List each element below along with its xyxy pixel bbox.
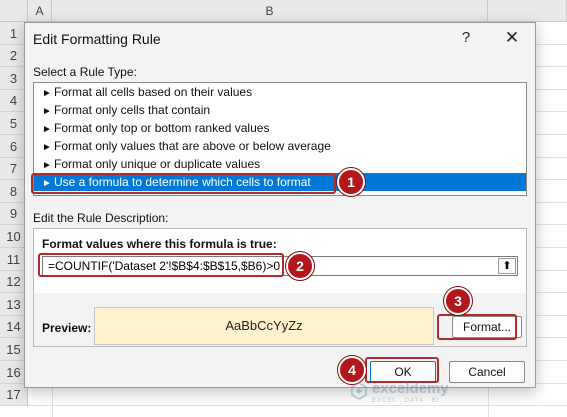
step-badge-3: 3 bbox=[444, 287, 472, 315]
column-header-a[interactable]: A bbox=[28, 0, 52, 22]
rule-type-label-text: Format only unique or duplicate values bbox=[54, 157, 261, 171]
rule-type-item[interactable]: ► Format only unique or duplicate values bbox=[34, 155, 526, 173]
rule-type-label-text: Format all cells based on their values bbox=[54, 85, 253, 99]
format-button[interactable]: Format... bbox=[452, 316, 522, 338]
rule-type-label-text: Format only top or bottom ranked values bbox=[54, 121, 270, 135]
formula-section: Format values where this formula is true… bbox=[34, 229, 526, 294]
rule-type-item[interactable]: ► Format only top or bottom ranked values bbox=[34, 119, 526, 137]
grid-line bbox=[28, 405, 567, 406]
watermark: exceldemy EXCEL · DATA · BI bbox=[350, 380, 470, 410]
formula-input[interactable]: =COUNTIF('Dataset 2'!$B$4:$B$15,$B6)>0 bbox=[42, 256, 518, 276]
step-badge-1: 1 bbox=[337, 168, 365, 196]
rule-type-item[interactable]: ► Format only values that are above or be… bbox=[34, 137, 526, 155]
watermark-name: exceldemy bbox=[372, 380, 449, 397]
rule-type-label-text: Format only cells that contain bbox=[54, 103, 211, 117]
column-header-b[interactable]: B bbox=[52, 0, 488, 22]
preview-box: AaBbCcYyZz bbox=[94, 307, 434, 345]
dialog-titlebar[interactable]: Edit Formatting Rule ? ✕ bbox=[25, 23, 535, 55]
edit-formatting-rule-dialog: Edit Formatting Rule ? ✕ Select a Rule T… bbox=[24, 22, 536, 388]
arrow-right-icon: ► bbox=[42, 178, 52, 189]
dialog-title: Edit Formatting Rule bbox=[33, 31, 161, 47]
watermark-tagline: EXCEL · DATA · BI bbox=[372, 398, 440, 404]
preview-label: Preview: bbox=[42, 321, 92, 335]
collapse-dialog-icon[interactable]: ⬆ bbox=[498, 258, 516, 274]
description-label: Edit the Rule Description: bbox=[33, 211, 169, 225]
formula-label: Format values where this formula is true… bbox=[42, 237, 277, 251]
select-all-corner[interactable] bbox=[0, 0, 28, 22]
exceldemy-logo-icon bbox=[351, 382, 367, 400]
rule-type-list[interactable]: ► Format all cells based on their values … bbox=[33, 82, 527, 196]
rule-type-label-text: Format only values that are above or bel… bbox=[54, 139, 331, 153]
step-badge-2: 2 bbox=[286, 252, 314, 280]
help-icon[interactable]: ? bbox=[455, 27, 477, 49]
rule-type-item-selected[interactable]: ► Use a formula to determine which cells … bbox=[34, 173, 526, 191]
rule-type-label: Select a Rule Type: bbox=[33, 65, 137, 79]
close-icon[interactable]: ✕ bbox=[501, 27, 523, 49]
rule-type-item[interactable]: ► Format all cells based on their values bbox=[34, 83, 526, 101]
rule-type-item[interactable]: ► Format only cells that contain bbox=[34, 101, 526, 119]
rule-type-label-text: Use a formula to determine which cells t… bbox=[54, 175, 311, 189]
column-header-c[interactable] bbox=[488, 0, 567, 22]
